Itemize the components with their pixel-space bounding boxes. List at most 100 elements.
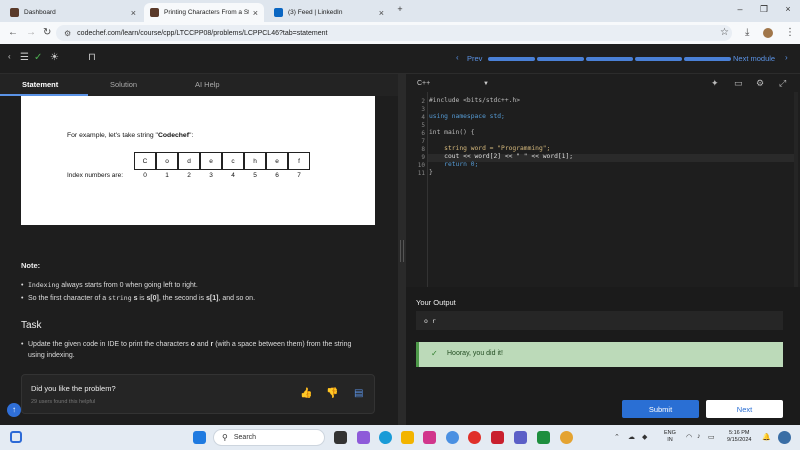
xbox-icon[interactable] (537, 431, 550, 444)
tab-printing-characters[interactable]: Printing Characters From a Strin × (144, 3, 264, 22)
line-number: 4 (421, 114, 425, 121)
opera-icon[interactable] (468, 431, 481, 444)
battery-icon[interactable]: ▭ (708, 433, 715, 441)
note-bullet: So the first character of a string s is … (21, 293, 371, 304)
output-heading: Your Output (416, 298, 456, 307)
next-module-link[interactable]: Next module (733, 54, 775, 63)
output-value: o r (424, 317, 436, 325)
tab-dashboard[interactable]: Dashboard × (4, 3, 142, 22)
windows-start-icon[interactable] (193, 431, 206, 444)
task-view-icon[interactable] (334, 431, 347, 444)
app-tray-icon[interactable]: ◆ (642, 433, 647, 441)
code-line[interactable]: int main() { (429, 129, 475, 136)
bookmark-icon[interactable]: ⊓ (88, 52, 96, 63)
char-cell: h (244, 152, 266, 170)
task-heading: Task (21, 320, 42, 331)
app-icon[interactable] (491, 431, 504, 444)
char-cell: C (134, 152, 156, 170)
index-label: Index numbers are: (67, 172, 124, 179)
menu-kebab-icon[interactable]: ⋮ (785, 27, 795, 38)
profile-avatar[interactable] (763, 28, 773, 38)
close-icon[interactable]: × (131, 8, 136, 18)
back-arrow-icon[interactable]: ← (8, 27, 18, 38)
submit-button[interactable]: Submit (622, 400, 699, 418)
file-explorer-icon[interactable] (401, 431, 414, 444)
index-number: 6 (275, 172, 279, 179)
editor-toolbar: C++ ▼ ✦ ▭ ⚙ ⤢ (406, 74, 800, 92)
tab-statement[interactable]: Statement (22, 80, 58, 89)
code-line[interactable]: } (429, 169, 433, 176)
close-icon[interactable]: × (379, 8, 384, 18)
progress-segment (586, 57, 633, 61)
minimize-icon[interactable]: – (733, 4, 747, 14)
char-cell: e (200, 152, 222, 170)
restore-icon[interactable]: ❐ (757, 4, 771, 15)
reload-icon[interactable]: ↻ (43, 27, 51, 38)
url-omnibox[interactable]: ⚙ codechef.com/learn/course/cpp/LTCCPP08… (56, 25, 732, 41)
new-tab-plus-icon[interactable]: + (393, 4, 407, 14)
app-icon[interactable] (514, 431, 527, 444)
bookmark-icon[interactable]: ▭ (734, 78, 743, 89)
close-window-icon[interactable]: × (781, 4, 795, 14)
editor-scrollbar[interactable] (794, 92, 798, 287)
search-label: Search (233, 434, 257, 441)
language-indicator[interactable]: ENG IN (664, 430, 676, 444)
sun-theme-icon[interactable]: ☀ (50, 52, 59, 63)
code-line[interactable]: cout << word[2] << " " << word[1]; (429, 153, 573, 160)
widgets-icon[interactable] (10, 431, 22, 443)
prev-link[interactable]: Prev (467, 54, 482, 63)
code-editor[interactable]: 2 3 4 5 6 7 8 9 10 11 #include <bits/std… (406, 92, 800, 287)
wifi-icon[interactable]: ◠ (686, 433, 692, 441)
next-button[interactable]: Next (706, 400, 783, 418)
code-line[interactable]: return 0; (429, 161, 478, 168)
forward-arrow-icon[interactable]: → (26, 27, 36, 38)
code-line[interactable]: string word = "Programming"; (429, 145, 550, 152)
settings-gear-icon[interactable]: ⚙ (756, 78, 764, 89)
thumbs-down-icon[interactable]: 👎 (326, 388, 338, 399)
tab-linkedin[interactable]: (3) Feed | LinkedIn × (268, 3, 390, 22)
app-icon[interactable] (446, 431, 459, 444)
code-line[interactable]: #include <bits/stdc++.h> (429, 97, 520, 104)
tab-solution[interactable]: Solution (110, 80, 137, 89)
bookmark-star-icon[interactable]: ☆ (720, 27, 729, 38)
site-info-icon[interactable]: ⚙ (64, 29, 71, 38)
tab-ai-help[interactable]: AI Help (195, 80, 220, 89)
list-icon[interactable]: ☰ (20, 52, 29, 63)
clock[interactable]: 5:16 PM 9/15/2024 (727, 430, 751, 444)
line-number: 6 (421, 130, 425, 137)
volume-icon[interactable]: ♪ (697, 433, 701, 440)
chrome-icon[interactable] (560, 431, 573, 444)
scroll-up-icon[interactable]: ↑ (7, 403, 21, 417)
copilot-icon[interactable] (778, 431, 791, 444)
line-number: 11 (417, 170, 425, 177)
magic-wand-icon[interactable]: ✦ (711, 78, 719, 89)
copilot-icon[interactable] (357, 431, 370, 444)
taskbar-search[interactable]: ⚲ Search (213, 429, 325, 446)
code-line[interactable]: using namespace std; (429, 113, 505, 120)
output-box: o r (416, 311, 783, 330)
chevron-up-icon[interactable]: ⌃ (614, 433, 620, 441)
instagram-icon[interactable] (423, 431, 436, 444)
tab-title: Dashboard (24, 9, 56, 16)
close-icon[interactable]: × (253, 8, 258, 18)
cloud-icon[interactable]: ☁ (628, 433, 635, 441)
index-number: 5 (253, 172, 257, 179)
language-select[interactable]: C++ ▼ (411, 77, 493, 90)
expand-icon[interactable]: ⤢ (779, 78, 786, 89)
windows-taskbar: ⚲ Search ⌃ ☁ ◆ ENG IN ◠ ♪ ▭ 5:16 PM 9/15… (0, 425, 800, 450)
thumbs-up-icon[interactable]: 👍 (300, 388, 312, 399)
action-bar: Submit Next (406, 400, 800, 425)
panel-resizer[interactable] (398, 74, 406, 425)
progress-segment (537, 57, 584, 61)
resize-grip[interactable] (400, 240, 404, 262)
success-text: Hooray, you did it! (447, 350, 503, 357)
next-arrow-icon[interactable]: › (785, 53, 788, 62)
download-icon[interactable]: ⤓ (745, 27, 749, 38)
prev-arrow-icon[interactable]: ‹ (456, 53, 459, 62)
site-header: ‹ ☰ ✓ ☀ ⊓ ‹ Prev Next module › (0, 44, 800, 74)
url-text: codechef.com/learn/course/cpp/LTCCPP08/p… (77, 29, 328, 37)
notification-bell-icon[interactable]: 🔔 (762, 433, 771, 441)
edge-icon[interactable] (379, 431, 392, 444)
collapse-left-icon[interactable]: ‹ (8, 52, 11, 61)
comment-icon[interactable]: ▤ (354, 388, 363, 399)
